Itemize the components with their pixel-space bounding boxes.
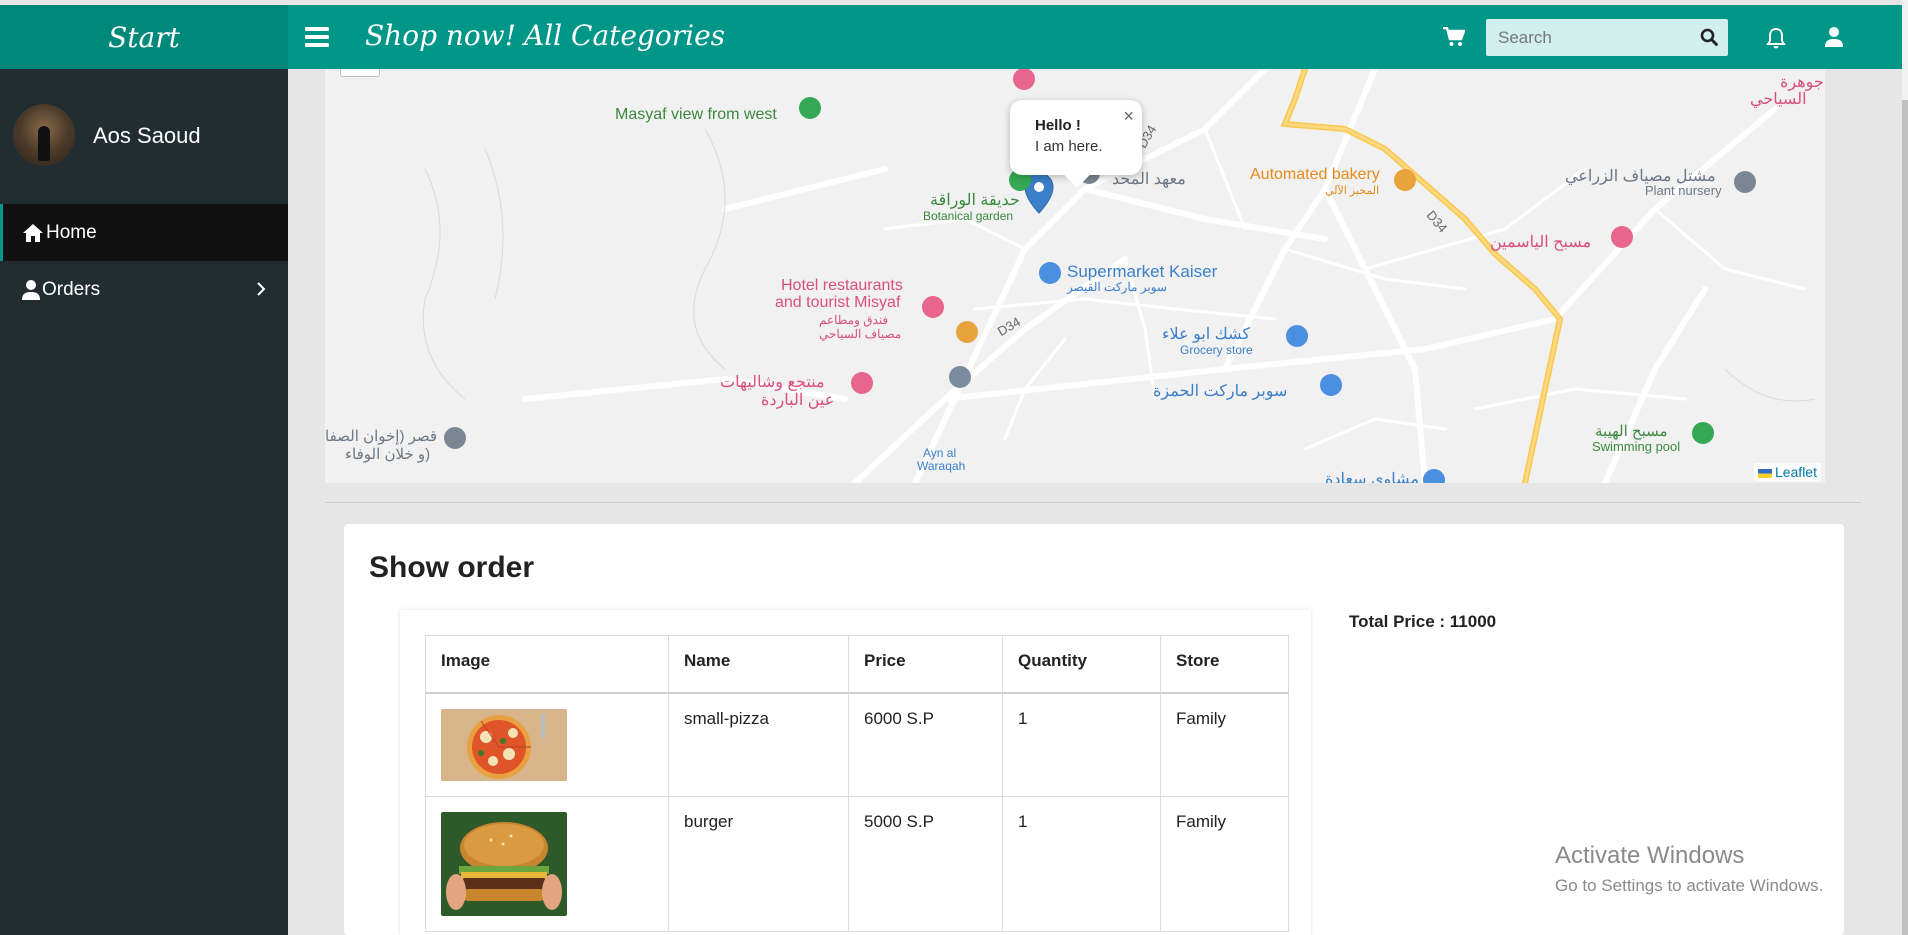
map-place-label: حديقة الوراقة	[930, 192, 1020, 209]
map-popup: Hello ! I am here. ×	[1010, 100, 1142, 188]
map-place-label: كشك ابو علاء	[1162, 326, 1251, 343]
map-place-label: فندق ومطاعم	[819, 313, 889, 327]
chevron-right-icon	[256, 281, 268, 303]
map-place-label: Waraqah	[917, 459, 966, 473]
map-place-label: Hotel restaurants	[781, 277, 903, 294]
price-cell: 5000 S.P	[848, 795, 1003, 932]
map-place-label: مسبح الهيبة	[1595, 423, 1668, 440]
column-header: Store	[1160, 635, 1289, 694]
sidebar-item-home[interactable]: Home	[0, 204, 288, 261]
table-header-row: Image Name Price Quantity Store	[425, 635, 1289, 694]
column-header: Price	[848, 635, 1003, 694]
popup-text: I am here.	[1035, 138, 1103, 155]
bell-icon[interactable]	[1765, 27, 1787, 54]
map-place-label: قصر (إخوان الصفا	[325, 428, 438, 445]
map-place-label: Plant nursery	[1645, 183, 1722, 198]
map-place-label: منتجع وشاليهات	[720, 374, 825, 391]
map-place-label: Grocery store	[1180, 343, 1253, 357]
search-input[interactable]	[1486, 19, 1686, 56]
hamburger-menu-icon[interactable]	[305, 27, 329, 47]
name-cell: small-pizza	[668, 692, 849, 797]
map-place-label: and tourist Misyaf	[775, 294, 901, 311]
map-attribution[interactable]: Leaflet	[1753, 463, 1821, 481]
store-cell: Family	[1160, 795, 1289, 932]
close-icon[interactable]: ×	[1123, 106, 1134, 127]
page-title: Show order	[369, 551, 535, 584]
map-place-label: مسبح الياسمين	[1490, 234, 1592, 251]
cart-icon[interactable]	[1443, 26, 1466, 52]
nav-all-categories[interactable]: All Categories	[524, 19, 725, 52]
table-row: burger 5000 S.P 1 Family	[425, 795, 1289, 932]
column-header: Name	[668, 635, 849, 694]
sidebar-item-label: Orders	[42, 278, 101, 300]
store-cell: Family	[1160, 692, 1289, 797]
flag-icon	[1757, 468, 1772, 478]
user-icon	[22, 279, 40, 300]
activation-watermark-title: Activate Windows	[1555, 842, 1745, 869]
price-cell: 6000 S.P	[848, 692, 1003, 797]
map-place-label: Ayn al	[923, 446, 957, 460]
sidebar: Aos Saoud Home Orders	[0, 69, 288, 935]
scrollbar-thumb[interactable]	[1902, 100, 1908, 935]
brand-logo[interactable]: Start	[0, 5, 288, 69]
search-icon[interactable]	[1700, 28, 1718, 51]
order-card: Show order Total Price : 11000 Image Nam…	[344, 524, 1844, 935]
divider	[325, 502, 1861, 503]
column-header: Quantity	[1002, 635, 1161, 694]
burger-image	[441, 811, 567, 916]
user-profile: Aos Saoud	[0, 69, 288, 204]
avatar	[13, 104, 75, 166]
total-price: Total Price : 11000	[1349, 612, 1497, 631]
nav-shop-now[interactable]: Shop now!	[365, 19, 516, 52]
map-place-label: Swimming pool	[1592, 439, 1681, 454]
map-place-label: المخبز الآلي	[1325, 185, 1380, 197]
map-place-label: Supermarket Kaiser	[1067, 262, 1218, 281]
quantity-cell: 1	[1002, 692, 1161, 797]
map-place-label: عين الباردة	[761, 392, 835, 409]
top-navbar: Start Shop now! All Categories	[0, 5, 1902, 69]
map-place-label: Automated bakery	[1250, 166, 1380, 183]
map-place-label: مصياف السياحي	[819, 327, 902, 341]
column-header: Image	[425, 635, 669, 694]
image-cell	[425, 692, 669, 797]
home-icon	[23, 223, 43, 242]
sidebar-item-label: Home	[46, 221, 97, 243]
pizza-image	[441, 708, 567, 781]
search-box	[1486, 19, 1728, 56]
order-table: Image Name Price Quantity Store small-pi…	[425, 635, 1289, 932]
sidebar-item-orders[interactable]: Orders	[0, 261, 288, 318]
order-table-container: Image Name Price Quantity Store small-pi…	[400, 610, 1311, 935]
map-place-label: Botanical garden	[923, 209, 1014, 223]
map-place-label: سوبر ماركت الحمزة	[1153, 383, 1288, 400]
map-place-label: مشاوي سعادة	[1325, 471, 1419, 483]
image-cell	[425, 795, 669, 932]
quantity-cell: 1	[1002, 795, 1161, 932]
name-cell: burger	[668, 795, 849, 932]
profile-name: Aos Saoud	[93, 123, 201, 148]
user-icon[interactable]	[1825, 27, 1843, 52]
map-place-label: و خلان الوفاء)	[345, 446, 431, 463]
location-map[interactable]: Masyaf view from west Automated bakery ا…	[325, 69, 1825, 483]
map-place-label: Masyaf view from west	[615, 106, 777, 123]
map-place-label: السياحي	[1750, 91, 1807, 108]
table-row: small-pizza 6000 S.P 1 Family	[425, 692, 1289, 797]
activation-watermark-text: Go to Settings to activate Windows.	[1555, 876, 1824, 895]
map-place-label: سوبر ماركت القيصر	[1067, 280, 1167, 294]
